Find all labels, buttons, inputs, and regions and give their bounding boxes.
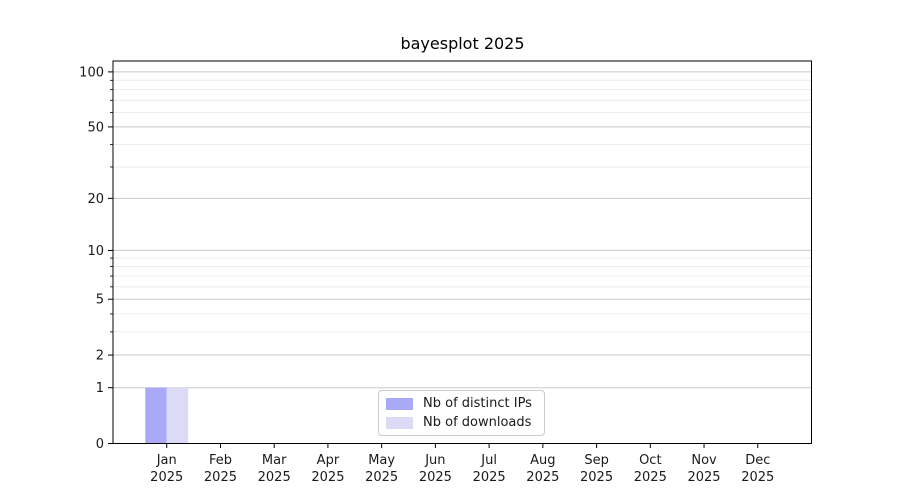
legend-item-distinct-ips: Nb of distinct IPs <box>386 396 537 411</box>
x-tick-label: May 2025 <box>365 453 398 485</box>
y-tick-label: 50 <box>87 120 104 135</box>
y-tick-label: 5 <box>96 293 104 308</box>
x-tick-label: Mar 2025 <box>258 453 291 485</box>
x-tick-label: Jul 2025 <box>473 453 506 485</box>
legend: Nb of distinct IPs Nb of downloads <box>378 390 545 436</box>
x-tick-label: Feb 2025 <box>204 453 237 485</box>
y-tick-label: 1 <box>96 381 104 396</box>
bar-jan-series1 <box>166 387 189 444</box>
y-tick-label: 100 <box>79 65 104 80</box>
x-tick-label: Nov 2025 <box>687 453 720 485</box>
y-tick-label: 10 <box>87 244 104 259</box>
x-tick-label: Aug 2025 <box>526 453 559 485</box>
y-tick-label: 20 <box>87 192 104 207</box>
x-tick-label: Jun 2025 <box>419 453 452 485</box>
legend-swatch-downloads <box>386 416 413 429</box>
legend-label-distinct-ips: Nb of distinct IPs <box>423 396 532 411</box>
y-tick-label: 0 <box>96 437 104 452</box>
x-tick-label: Oct 2025 <box>634 453 667 485</box>
legend-label-downloads: Nb of downloads <box>423 415 532 430</box>
bar-jan-series0 <box>145 387 167 444</box>
plot-frame <box>112 60 812 444</box>
x-tick-label: Apr 2025 <box>311 453 344 485</box>
legend-item-downloads: Nb of downloads <box>386 415 537 430</box>
x-tick-label: Sep 2025 <box>580 453 613 485</box>
x-tick-label: Jan 2025 <box>150 453 183 485</box>
x-tick-label: Dec 2025 <box>741 453 774 485</box>
legend-swatch-distinct-ips <box>386 397 413 410</box>
figure: bayesplot 2025 0 1 2 5 10 20 50 100 Jan 2025 Feb 20… <box>0 0 900 500</box>
y-tick-label: 2 <box>96 349 104 364</box>
